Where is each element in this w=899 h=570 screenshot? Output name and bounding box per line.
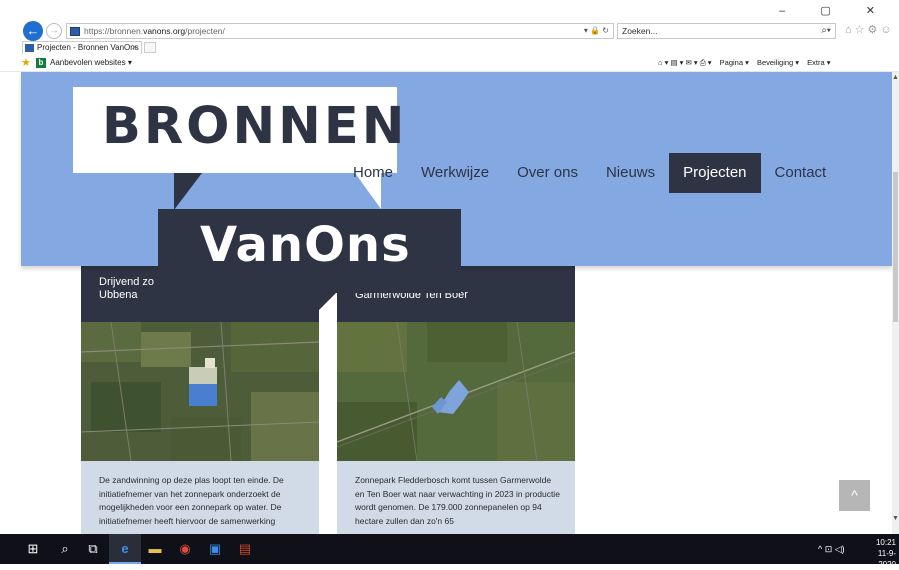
search-icon[interactable]: ⌕ [57, 541, 73, 557]
search-input[interactable]: Zoeken... ⌕▾ [617, 23, 836, 39]
nav-nieuws[interactable]: Nieuws [592, 153, 669, 193]
logo-top-text: BRONNEN [102, 97, 408, 156]
outlook-icon[interactable]: ▣ [207, 541, 223, 557]
nav-contact[interactable]: Contact [761, 153, 841, 193]
back-arrow-icon[interactable]: ← [23, 21, 43, 41]
tab-label: Projecten - Bronnen VanOns [37, 43, 139, 52]
web-page: BRONNEN VanOns Home Werkwijze Over ons N… [0, 72, 892, 534]
command-bar: ⌂ ▾ ▤ ▾ ✉ ▾ ⎙ ▾ Pagina ▾ Beveiliging ▾ E… [658, 58, 837, 68]
file-explorer-icon[interactable]: ▬ [147, 541, 163, 557]
taskbar-clock[interactable]: 10:21 11-9-2020 [862, 537, 896, 570]
project-card-ubbena[interactable]: Drijvend zo Ubbena De zandwinning op dez… [81, 266, 319, 534]
aerial-photo-ubbena [81, 322, 319, 461]
nav-over-ons[interactable]: Over ons [503, 153, 592, 193]
tab-projecten[interactable]: Projecten - Bronnen VanOns × [22, 41, 142, 54]
home-favorites-settings-icons[interactable]: ⌂☆⚙☺ [845, 23, 895, 36]
internet-explorer-icon[interactable]: e [117, 541, 133, 557]
new-tab-button[interactable] [144, 42, 156, 53]
clock-date: 11-9-2020 [877, 549, 896, 569]
aerial-map-image[interactable] [81, 322, 319, 461]
page-scrollbar[interactable]: ▲ ▼ [892, 72, 899, 534]
window-controls[interactable]: – ▢ ✕ [779, 4, 891, 17]
card-body: De zandwinning op deze plas loopt ten ei… [81, 461, 319, 534]
search-placeholder: Zoeken... [622, 26, 658, 36]
scroll-to-top-button[interactable]: ^ [839, 480, 870, 511]
menu-pagina[interactable]: Pagina ▾ [720, 58, 749, 67]
clock-time: 10:21 [875, 538, 896, 547]
task-view-icon[interactable]: ⧉ [85, 541, 101, 557]
windows-start-icon[interactable]: ⊞ [25, 541, 41, 557]
menu-extra[interactable]: Extra ▾ [807, 58, 830, 67]
chrome-icon[interactable]: ◉ [177, 541, 193, 557]
powerpoint-icon[interactable]: ▤ [237, 541, 253, 557]
favorites-suggested-sites[interactable]: Aanbevolen websites ▾ [50, 58, 132, 67]
scroll-up-icon[interactable]: ▲ [892, 74, 899, 81]
card-description: De zandwinning op deze plas loopt ten ei… [99, 475, 284, 526]
favorites-bar: ★ b Aanbevolen websites ▾ ⌂ ▾ ▤ ▾ ✉ ▾ ⎙ … [0, 54, 899, 72]
logo-speech-tail-bottom [318, 293, 336, 311]
bing-icon: b [36, 58, 46, 68]
favorites-star-icon[interactable]: ★ [21, 56, 31, 69]
command-bar-icons[interactable]: ⌂ ▾ ▤ ▾ ✉ ▾ ⎙ ▾ [658, 58, 712, 67]
logo-vanons[interactable]: VanOns [158, 209, 461, 293]
url-path: /projecten/ [185, 26, 225, 36]
browser-titlebar: ← → https://bronnen.vanons.org/projecten… [0, 0, 899, 41]
nav-werkwijze[interactable]: Werkwijze [407, 153, 503, 193]
forward-arrow-icon[interactable]: → [46, 23, 62, 39]
site-favicon-icon [70, 27, 80, 36]
logo-speech-tail-dark [174, 173, 202, 210]
url-prefix: https://bronnen. [84, 26, 144, 36]
address-tools-icons[interactable]: ▾ 🔒 ↻ [584, 26, 609, 35]
scroll-thumb[interactable] [893, 172, 898, 322]
scroll-down-icon[interactable]: ▼ [892, 515, 899, 522]
aerial-photo-fledderbosch [337, 322, 575, 461]
windows-taskbar: ⊞ ⌕ ⧉ e ▬ ◉ ▣ ▤ ^ ⊡ ◁) 10:21 11-9-2020 [0, 534, 899, 569]
url-domain: vanons.org [143, 26, 186, 36]
card-description: Zonnepark Fledderbosch komt tussen Garme… [355, 475, 560, 526]
nav-home[interactable]: Home [339, 153, 407, 193]
project-card-fledderbosch[interactable]: bosch Garmerwolde Ten Boer Zonnepark Fle… [337, 266, 575, 534]
main-nav: Home Werkwijze Over ons Nieuws Projecten… [339, 153, 840, 193]
url-text: https://bronnen.vanons.org/projecten/ [84, 26, 225, 36]
tab-row: Projecten - Bronnen VanOns × [0, 40, 899, 54]
tab-close-icon[interactable]: × [132, 42, 137, 52]
aerial-map-image[interactable] [337, 322, 575, 461]
logo-bottom-text: VanOns [200, 217, 411, 273]
tab-favicon-icon [25, 44, 34, 52]
address-bar[interactable]: https://bronnen.vanons.org/projecten/ ▾ … [66, 23, 614, 39]
search-icon[interactable]: ⌕▾ [821, 25, 831, 36]
nav-projecten[interactable]: Projecten [669, 153, 761, 193]
card-body: Zonnepark Fledderbosch komt tussen Garme… [337, 461, 575, 534]
menu-beveiliging[interactable]: Beveiliging ▾ [757, 58, 799, 67]
system-tray-icons[interactable]: ^ ⊡ ◁) [818, 544, 845, 555]
